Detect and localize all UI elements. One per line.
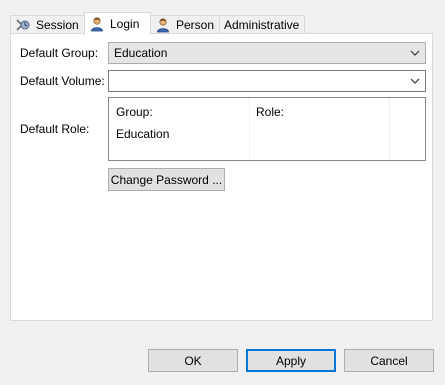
tab-label-session: Session — [36, 18, 79, 32]
chevron-down-icon — [410, 78, 420, 84]
role-table-header-role: Role: — [256, 105, 285, 119]
column-divider — [249, 98, 250, 160]
default-role-label: Default Role: — [20, 122, 90, 136]
tab-label-administrative: Administrative — [224, 18, 300, 32]
tab-label-person: Person — [176, 18, 215, 32]
user-icon — [157, 18, 169, 33]
column-divider — [389, 98, 390, 160]
tab-person[interactable]: Person — [150, 15, 220, 34]
default-group-dropdown[interactable]: Education — [108, 42, 426, 64]
tab-login[interactable]: Login — [84, 12, 151, 35]
cancel-button[interactable]: Cancel — [344, 349, 434, 372]
tab-administrative[interactable]: Administrative — [219, 15, 305, 34]
chevron-down-icon — [410, 50, 420, 56]
tab-label-login: Login — [110, 17, 140, 31]
ok-button[interactable]: OK — [148, 349, 238, 372]
user-icon — [91, 17, 103, 32]
login-tab-panel: Default Group: Education Default Volume:… — [10, 33, 433, 321]
default-volume-label: Default Volume: — [20, 74, 105, 88]
role-table-header-group: Group: — [116, 105, 153, 119]
default-group-label: Default Group: — [20, 46, 99, 60]
apply-button[interactable]: Apply — [246, 349, 336, 372]
default-group-value: Education — [114, 46, 168, 60]
role-table-cell-group[interactable]: Education — [116, 127, 169, 141]
change-password-button[interactable]: Change Password ... — [108, 168, 225, 191]
default-role-table[interactable]: Group: Role: Education — [108, 97, 426, 161]
tab-session[interactable]: Session — [10, 15, 85, 34]
session-icon — [16, 19, 30, 31]
default-volume-dropdown[interactable] — [108, 70, 426, 92]
